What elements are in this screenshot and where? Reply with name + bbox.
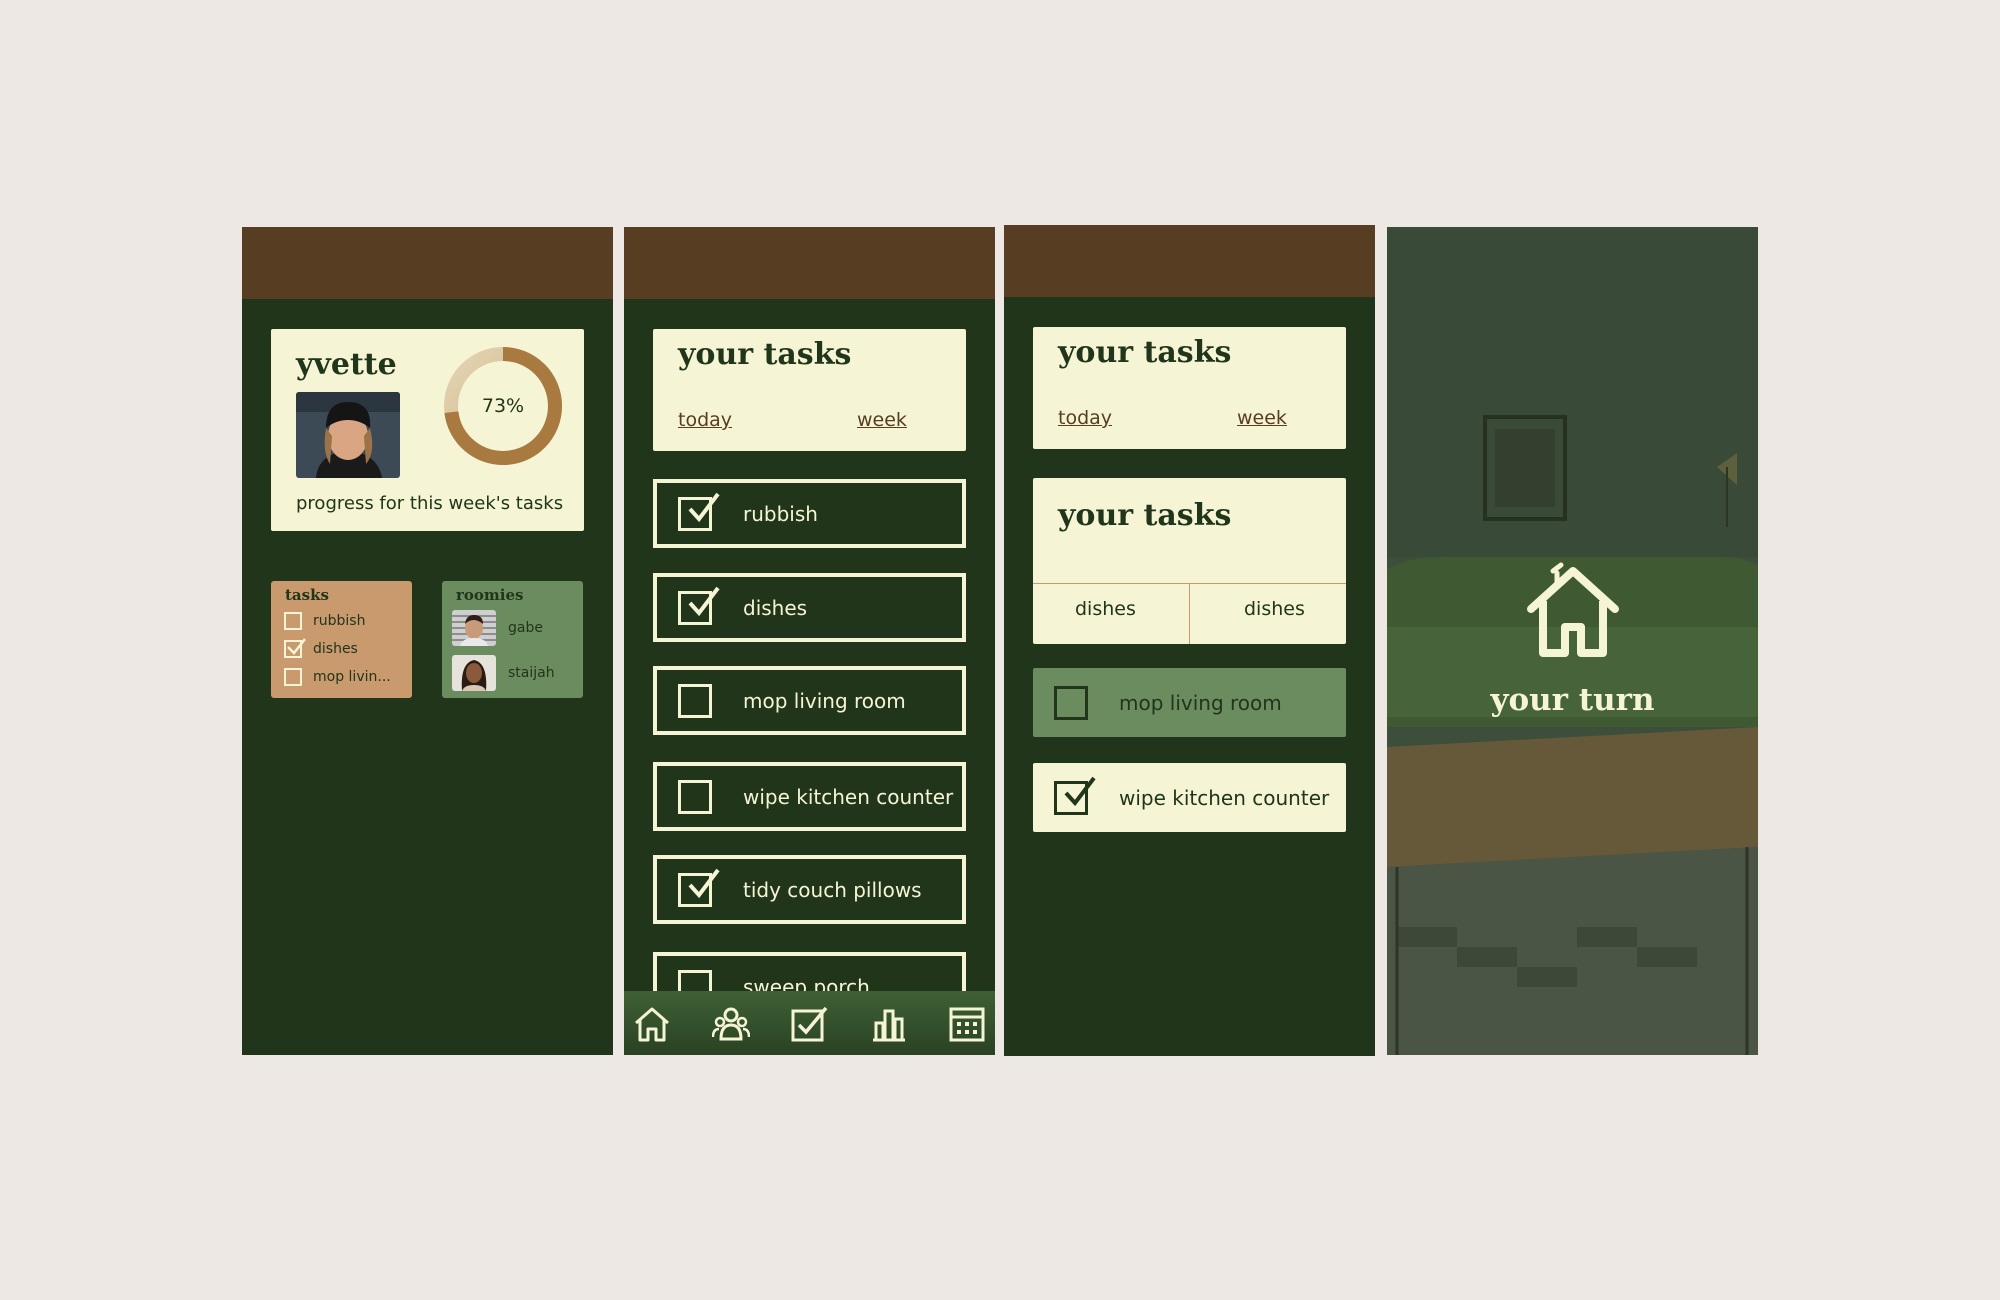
checkbox[interactable] — [678, 779, 712, 814]
mini-task-label: dishes — [313, 641, 358, 657]
roomies-widget[interactable]: roomies gabe staijah — [442, 581, 583, 698]
task-item-dishes[interactable]: dishes — [653, 573, 966, 642]
mini-task-label: rubbish — [313, 613, 366, 629]
task-item-rubbish[interactable]: rubbish — [653, 479, 966, 548]
task-split-card: your tasks dishes dishes — [1033, 478, 1346, 644]
stats-icon[interactable] — [870, 1005, 908, 1043]
task-label: rubbish — [743, 501, 818, 526]
top-bar — [242, 227, 613, 299]
task-label: tidy couch pillows — [743, 877, 922, 902]
profile-name: yvette — [296, 347, 397, 382]
checkbox-checked[interactable] — [284, 638, 306, 658]
page-title: your tasks — [678, 337, 852, 372]
task-item-mop-living-room[interactable]: mop living room — [1033, 668, 1346, 737]
progress-percent: 73% — [481, 395, 525, 417]
split-option-right[interactable]: dishes — [1244, 598, 1305, 620]
roomie-name: gabe — [508, 620, 543, 636]
bottom-nav — [624, 991, 995, 1055]
split-option-left[interactable]: dishes — [1075, 598, 1136, 620]
roomie-avatar — [452, 655, 496, 691]
check-icon — [688, 868, 720, 898]
task-label: mop living room — [743, 688, 906, 713]
tasks-icon[interactable] — [790, 1005, 828, 1043]
top-bar — [624, 227, 995, 299]
profile-screen: yvette 73% progress for this week's task… — [242, 227, 613, 1055]
checkbox-checked[interactable] — [1054, 776, 1096, 815]
check-icon — [688, 586, 720, 616]
divider — [1189, 583, 1190, 644]
roommates-icon[interactable] — [712, 1005, 750, 1043]
checkbox[interactable] — [284, 612, 302, 630]
house-logo-icon — [1527, 562, 1619, 657]
checkbox[interactable] — [284, 668, 302, 686]
tasks-widget-title: tasks — [285, 586, 329, 604]
roomie-item[interactable]: gabe — [452, 609, 543, 647]
task-item-wipe-kitchen-counter[interactable]: wipe kitchen counter — [1033, 763, 1346, 832]
tasks-header-card: your tasks today week — [1033, 327, 1346, 449]
task-label: dishes — [743, 595, 808, 620]
tab-today[interactable]: today — [678, 409, 732, 431]
roomie-item[interactable]: staijah — [452, 654, 555, 692]
mini-task-item[interactable]: mop livin... — [284, 665, 391, 689]
roomie-avatar — [452, 610, 496, 646]
avatar[interactable] — [296, 392, 400, 478]
profile-card[interactable]: yvette 73% progress for this week's task… — [271, 329, 584, 531]
page-title: your tasks — [1058, 335, 1232, 370]
mini-task-label: mop livin... — [313, 669, 391, 685]
task-label: mop living room — [1119, 690, 1282, 715]
roomies-widget-title: roomies — [456, 586, 524, 604]
card-title: your tasks — [1058, 498, 1232, 533]
tasks-header-card: your tasks today week — [653, 329, 966, 451]
checkbox-checked[interactable] — [678, 868, 720, 907]
task-item-tidy-couch-pillows[interactable]: tidy couch pillows — [653, 855, 966, 924]
progress-caption: progress for this week's tasks — [296, 493, 564, 514]
tasks-screen: your tasks today week rubbish dishes mop… — [624, 227, 995, 1055]
tasks-detail-screen: your tasks today week your tasks dishes … — [1004, 225, 1375, 1056]
top-bar — [1004, 225, 1375, 297]
check-icon — [287, 638, 306, 655]
checkbox[interactable] — [1054, 685, 1088, 720]
check-icon — [688, 492, 720, 522]
task-item-wipe-kitchen-counter[interactable]: wipe kitchen counter — [653, 762, 966, 831]
checkbox-checked[interactable] — [678, 492, 720, 531]
mini-task-item[interactable]: rubbish — [284, 609, 365, 633]
task-item-mop-living-room[interactable]: mop living room — [653, 666, 966, 735]
splash-title: your turn — [1490, 682, 1655, 718]
calendar-icon[interactable] — [948, 1005, 986, 1043]
tab-today[interactable]: today — [1058, 407, 1112, 429]
splash-screen: your turn — [1387, 227, 1758, 1055]
tab-week[interactable]: week — [857, 409, 907, 431]
home-icon[interactable] — [633, 1005, 671, 1043]
roomie-name: staijah — [508, 665, 555, 681]
check-icon — [1064, 776, 1096, 806]
tab-week[interactable]: week — [1237, 407, 1287, 429]
task-label: wipe kitchen counter — [743, 784, 954, 809]
mini-task-item[interactable]: dishes — [284, 637, 358, 661]
checkbox-checked[interactable] — [678, 586, 720, 625]
tasks-widget[interactable]: tasks rubbish dishes mop livin... — [271, 581, 412, 698]
task-label: wipe kitchen counter — [1119, 785, 1330, 810]
checkbox[interactable] — [678, 683, 712, 718]
